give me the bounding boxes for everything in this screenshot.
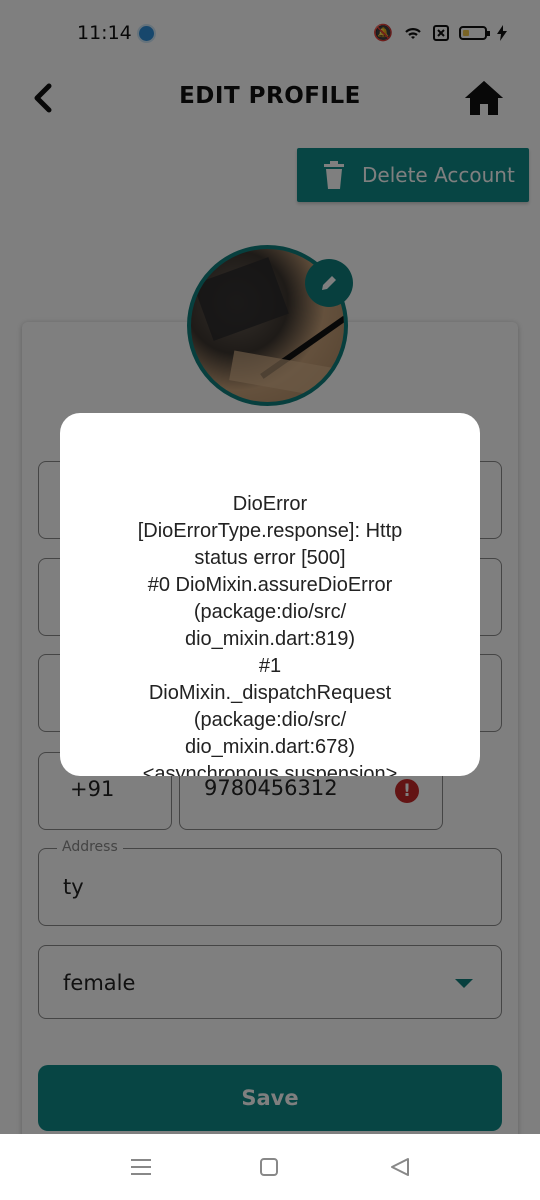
error-message: DioError [DioErrorType.response]: Http s… [137,493,403,776]
error-dialog: DioError [DioErrorType.response]: Http s… [60,413,480,776]
system-nav-bar [0,1134,540,1200]
square-home-icon[interactable] [260,1158,278,1176]
triangle-back-icon[interactable] [389,1157,411,1177]
menu-icon[interactable] [130,1158,152,1176]
